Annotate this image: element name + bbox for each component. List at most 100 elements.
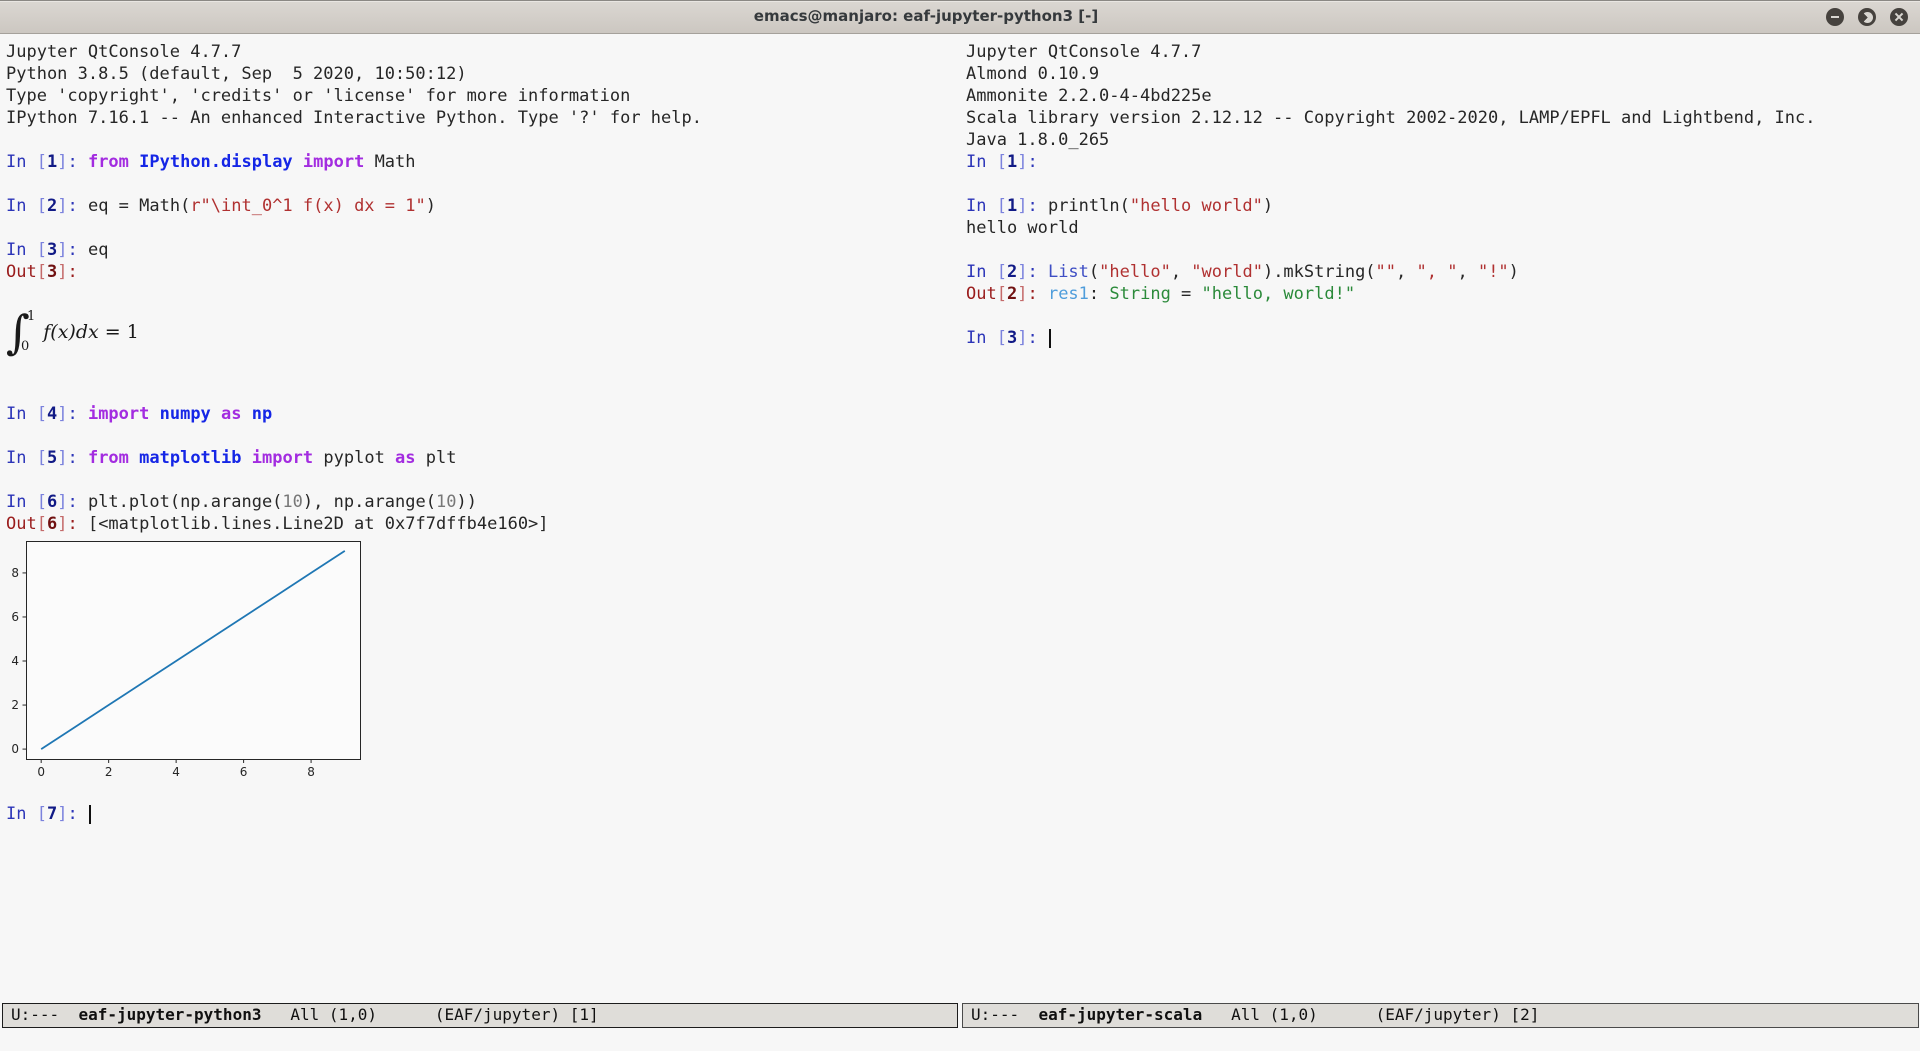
window-buttons	[1826, 8, 1908, 26]
console-text: 3	[1007, 328, 1017, 348]
console-text: 4	[47, 404, 57, 424]
integral-limits: 10	[27, 306, 35, 358]
console-line: In [1]:	[966, 151, 1920, 173]
console-text: [	[997, 328, 1007, 348]
mode-line-text: All (1,0) (EAF/jupyter) [1]	[261, 1005, 598, 1024]
console-text: 1	[1007, 152, 1017, 172]
mode-line-python3[interactable]: U:--- eaf-jupyter-python3 All (1,0) (EAF…	[2, 1003, 958, 1028]
console-text: :	[1027, 152, 1047, 172]
console-text: :	[67, 448, 87, 468]
console-text: [	[37, 448, 47, 468]
console-text: 1	[47, 152, 57, 172]
console-pane-scala[interactable]: Jupyter QtConsole 4.7.7Almond 0.10.9Ammo…	[960, 34, 1920, 1003]
console-line: In [3]:	[966, 327, 1920, 349]
console-text: ]	[1017, 152, 1027, 172]
console-text: [<matplotlib.lines.Line2D at 0x7f7dffb4e…	[88, 514, 549, 534]
console-text: println(	[1048, 196, 1130, 216]
console-text: :	[67, 152, 87, 172]
emacs-frame: Jupyter QtConsole 4.7.7Python 3.8.5 (def…	[0, 34, 1920, 1003]
console-text: ]	[57, 196, 67, 216]
console-text: ]	[57, 152, 67, 172]
console-line-blank	[6, 425, 960, 447]
console-line: Out[3]:	[6, 261, 960, 283]
console-text: 3	[47, 262, 57, 282]
console-pane-python3[interactable]: Jupyter QtConsole 4.7.7Python 3.8.5 (def…	[0, 34, 960, 1003]
console-text: pyplot	[323, 448, 395, 468]
minimize-button[interactable]	[1826, 8, 1844, 26]
console-text: "hello world"	[1130, 196, 1263, 216]
console-text: as	[395, 448, 426, 468]
console-text: IPython.display	[139, 152, 303, 172]
console-text: IPython 7.16.1 -- An enhanced Interactiv…	[6, 108, 702, 128]
console-text: ]	[57, 448, 67, 468]
console-text: matplotlib	[139, 448, 252, 468]
console-line: Type 'copyright', 'credits' or 'license'…	[6, 85, 960, 107]
console-text: eq = Math(	[88, 196, 190, 216]
buffer-name: eaf-jupyter-scala	[1038, 1005, 1202, 1024]
console-text: "!"	[1478, 262, 1509, 282]
console-text: [	[997, 196, 1007, 216]
console-text: r"\int_0^1 f(x) dx = 1"	[190, 196, 425, 216]
y-tick-label: 0	[11, 742, 19, 756]
console-text: ]	[57, 804, 67, 824]
console-text: hello world	[966, 218, 1079, 238]
console-line: Out[6]: [<matplotlib.lines.Line2D at 0x7…	[6, 513, 960, 535]
console-text: Out	[966, 284, 997, 304]
minimize-icon	[1831, 16, 1839, 18]
console-line-blank	[966, 239, 1920, 261]
buffer-name: eaf-jupyter-python3	[78, 1005, 261, 1024]
console-text: import	[303, 152, 375, 172]
console-text: :	[1089, 284, 1109, 304]
close-button[interactable]	[1890, 8, 1908, 26]
console-text: :	[1027, 196, 1047, 216]
console-text: [	[997, 152, 1007, 172]
console-line: In [6]: plt.plot(np.arange(10), np.arang…	[6, 491, 960, 513]
mode-line-text: U:---	[11, 1005, 78, 1024]
console-text: ]	[1017, 262, 1027, 282]
console-text: ]	[57, 262, 67, 282]
y-tick-label: 2	[11, 698, 19, 712]
console-line-blank	[6, 283, 960, 305]
console-text: In	[966, 262, 997, 282]
console-text: ,	[1171, 262, 1191, 282]
console-text: 10	[282, 492, 302, 512]
console-text: :	[1027, 328, 1047, 348]
console-text: 2	[1007, 262, 1017, 282]
console-text: as	[221, 404, 252, 424]
console-text: numpy	[160, 404, 221, 424]
console-text: ]	[1017, 284, 1027, 304]
console-text: Out	[6, 514, 37, 534]
console-text: String	[1109, 284, 1170, 304]
console-text: In	[6, 492, 37, 512]
console-text: import	[252, 448, 324, 468]
console-text: Scala library version 2.12.12 -- Copyrig…	[966, 108, 1816, 128]
console-line: In [5]: from matplotlib import pyplot as…	[6, 447, 960, 469]
console-text: [	[997, 262, 1007, 282]
console-text: [	[37, 152, 47, 172]
console-text: In	[6, 240, 37, 260]
title-bar[interactable]: emacs@manjaro: eaf-jupyter-python3 [-]	[0, 0, 1920, 34]
x-tick-label: 8	[307, 765, 315, 779]
console-line-blank	[6, 359, 960, 381]
console-text: 2	[47, 196, 57, 216]
console-line: In [1]: println("hello world")	[966, 195, 1920, 217]
console-text: ), np.arange(	[303, 492, 436, 512]
restore-button[interactable]	[1858, 8, 1876, 26]
console-text: )	[426, 196, 436, 216]
console-line: In [3]: eq	[6, 239, 960, 261]
console-text: In	[6, 404, 37, 424]
console-text: Math	[375, 152, 416, 172]
console-text: 6	[47, 514, 57, 534]
console-line: Scala library version 2.12.12 -- Copyrig…	[966, 107, 1920, 129]
console-text: from	[88, 152, 139, 172]
close-icon	[1894, 12, 1904, 22]
console-text: [	[37, 514, 47, 534]
console-text: :	[67, 240, 87, 260]
console-line-blank	[966, 173, 1920, 195]
mode-line-scala[interactable]: U:--- eaf-jupyter-scala All (1,0) (EAF/j…	[962, 1003, 1919, 1028]
console-text: ]	[1017, 196, 1027, 216]
console-text: 2	[1007, 284, 1017, 304]
console-text: ]	[57, 240, 67, 260]
text-cursor	[89, 805, 91, 824]
mode-line-text: U:---	[971, 1005, 1038, 1024]
